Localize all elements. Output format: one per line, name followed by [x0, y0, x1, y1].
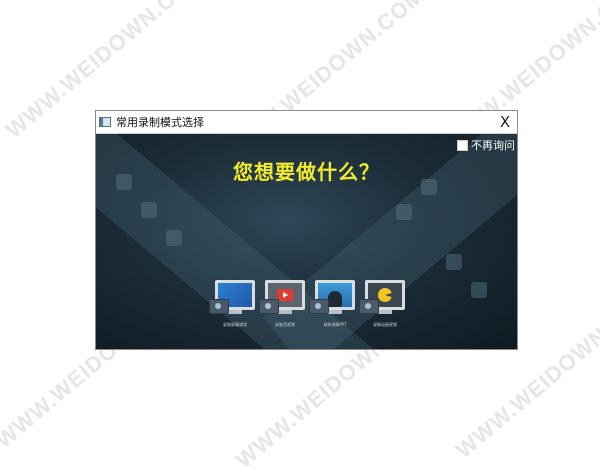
camera-icon [359, 299, 379, 314]
close-button[interactable]: X [493, 111, 517, 133]
app-icon [99, 117, 111, 127]
monitor-icon [309, 280, 355, 314]
title-bar: 常用录制模式选择 X [96, 111, 517, 134]
monitor-icon [359, 280, 405, 314]
option-animation[interactable]: 录制动画视频 [359, 280, 406, 328]
camera-icon [259, 299, 279, 314]
monitor-stand [378, 310, 392, 314]
monitor-stand [228, 310, 242, 314]
option-label: 录制讲解PPT [323, 322, 347, 327]
film-hole-decoration [141, 202, 157, 218]
close-icon: X [499, 113, 511, 131]
dont-ask-again[interactable]: 不再询问 [457, 137, 515, 153]
option-label: 录制音视频 [275, 322, 295, 327]
option-audio-video[interactable]: 录制音视频 [259, 280, 306, 328]
page-heading: 您想要做什么？ [233, 160, 380, 184]
mode-options: 录制屏幕课程 录制音视频 录制讲解PPT 录制动画视频 [209, 280, 406, 328]
monitor-stand [328, 310, 342, 314]
monitor-stand [278, 310, 292, 314]
dialog-content: 不再询问 您想要做什么？ 录制屏幕课程 录制音视频 录制讲解PPT 录制动画视频 [96, 134, 517, 349]
camera-icon [209, 299, 229, 314]
film-hole-decoration [166, 230, 182, 246]
film-hole-decoration [446, 254, 462, 270]
option-screen-course[interactable]: 录制屏幕课程 [209, 280, 256, 328]
dont-ask-label: 不再询问 [471, 139, 515, 152]
monitor-icon [209, 280, 255, 314]
monitor-icon [259, 280, 305, 314]
film-hole-decoration [471, 282, 487, 298]
window-title: 常用录制模式选择 [116, 116, 204, 129]
option-label: 录制动画视频 [373, 322, 397, 327]
mode-select-dialog: 常用录制模式选择 X 不再询问 您想要做什么？ 录制屏幕课程 录制音视频 录制讲… [95, 110, 518, 350]
option-label: 录制屏幕课程 [223, 322, 247, 327]
film-hole-decoration [396, 204, 412, 220]
camera-icon [309, 299, 329, 314]
option-ppt[interactable]: 录制讲解PPT [309, 280, 356, 328]
dont-ask-checkbox[interactable] [457, 139, 468, 151]
